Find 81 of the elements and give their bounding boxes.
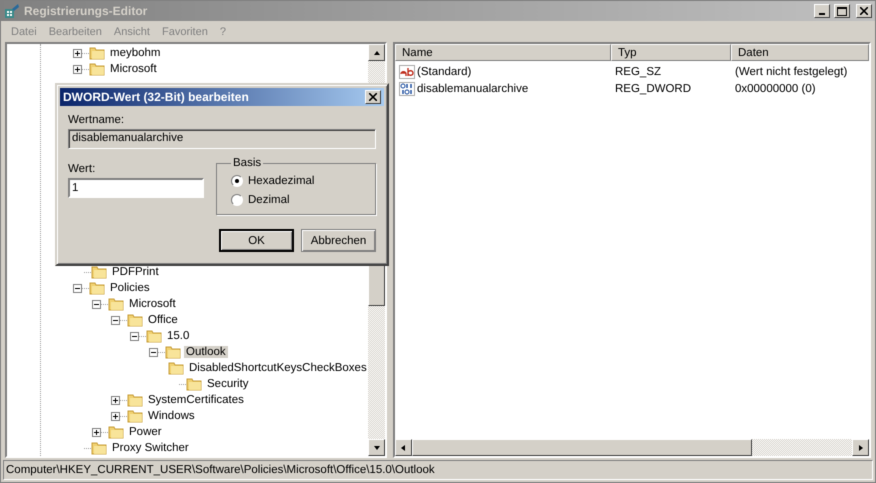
radio-option[interactable]: Hexadezimal — [231, 171, 361, 190]
tree-item[interactable]: SystemCertificates — [146, 394, 246, 406]
status-bar: Computer\HKEY_CURRENT_USER\Software\Policies\Microsoft\Office\15.0\Outlook — [3, 460, 873, 480]
tree-item[interactable]: Windows — [146, 410, 197, 422]
close-button[interactable] — [365, 90, 381, 104]
radio-button[interactable] — [231, 174, 243, 186]
column-header[interactable]: Daten — [731, 44, 869, 61]
folder-icon — [89, 62, 105, 76]
value-name[interactable]: (Standard) — [395, 64, 611, 78]
dialog-button[interactable]: Abbrechen — [301, 229, 376, 252]
tree-item[interactable]: Office — [146, 314, 180, 326]
value-data: (Wert nicht festgelegt) — [734, 66, 848, 78]
field-label: Wert: — [68, 163, 96, 175]
column-header[interactable]: Typ — [611, 44, 731, 61]
collapse-icon[interactable] — [73, 284, 82, 292]
value-name-field[interactable]: disablemanualarchive — [68, 129, 376, 149]
tree-item[interactable]: 15.0 — [165, 330, 192, 342]
folder-icon — [108, 425, 124, 439]
tree-item[interactable]: meybohm — [108, 47, 162, 59]
tree-item[interactable]: PDFPrint — [110, 266, 161, 278]
tree-item[interactable]: Power — [127, 426, 164, 438]
value-data: 0x00000000 (0) — [734, 82, 817, 94]
folder-icon — [108, 297, 124, 311]
up-arrow-icon — [372, 48, 380, 56]
value-input[interactable]: 1 — [68, 178, 204, 198]
scroll-left-button[interactable] — [395, 439, 412, 456]
scroll-right-button[interactable] — [852, 439, 869, 456]
close-button[interactable] — [856, 4, 872, 18]
tree-item[interactable]: Policies — [108, 282, 152, 294]
folder-icon — [146, 329, 162, 343]
close-icon — [860, 7, 868, 15]
folder-icon — [165, 345, 181, 359]
folder-icon — [127, 409, 143, 423]
string-value-icon — [399, 64, 415, 78]
folder-icon — [127, 313, 143, 327]
scroll-down-button[interactable] — [368, 439, 385, 456]
expand-icon[interactable] — [73, 64, 82, 74]
horizontal-scrollbar[interactable] — [395, 439, 869, 456]
folder-icon — [127, 393, 143, 407]
expand-icon[interactable] — [111, 396, 120, 404]
binary-value-icon — [399, 82, 415, 96]
expand-icon[interactable] — [92, 428, 101, 436]
tree-item[interactable]: Security — [205, 378, 251, 390]
folder-icon — [91, 441, 107, 455]
scroll-thumb[interactable] — [412, 439, 752, 456]
maximize-icon — [837, 6, 847, 16]
registry-icon — [4, 3, 20, 19]
folder-icon — [186, 377, 202, 391]
dialog-button[interactable]: OK — [219, 229, 294, 252]
collapse-icon[interactable] — [130, 332, 139, 340]
radio-button[interactable] — [231, 194, 243, 206]
tree-item[interactable]: DisabledShortcutKeysCheckBoxes — [187, 362, 368, 374]
tree-item[interactable]: Microsoft — [108, 63, 159, 75]
column-header[interactable]: Name — [395, 44, 611, 61]
expand-icon[interactable] — [111, 412, 120, 420]
scroll-up-button[interactable] — [368, 44, 385, 61]
tree-item[interactable]: Proxy Switcher — [110, 442, 191, 454]
radio-option[interactable]: Dezimal — [231, 190, 361, 209]
maximize-button[interactable] — [834, 4, 850, 18]
collapse-icon[interactable] — [111, 316, 120, 324]
collapse-icon[interactable] — [149, 348, 158, 356]
expand-icon[interactable] — [73, 48, 82, 58]
tree-item[interactable]: Microsoft — [127, 298, 178, 310]
left-arrow-icon — [400, 444, 408, 452]
folder-icon — [91, 265, 107, 279]
folder-icon — [168, 361, 184, 375]
down-arrow-icon — [372, 444, 380, 452]
value-type: REG_SZ — [614, 66, 662, 78]
window-title: Registrierungs-Editor — [24, 4, 148, 18]
tree-item[interactable]: Outlook — [184, 346, 228, 358]
collapse-icon[interactable] — [92, 300, 101, 308]
value-type: REG_DWORD — [614, 82, 692, 94]
minimize-button[interactable] — [814, 4, 830, 18]
right-arrow-icon — [856, 444, 864, 452]
field-label: Wertname: — [68, 114, 124, 126]
dialog-title: DWORD-Wert (32-Bit) bearbeiten — [63, 90, 250, 104]
folder-icon — [89, 281, 105, 295]
close-icon — [369, 93, 377, 101]
group-label: Basis — [232, 157, 262, 169]
value-name[interactable]: disablemanualarchive — [395, 82, 611, 96]
folder-icon — [89, 46, 105, 60]
